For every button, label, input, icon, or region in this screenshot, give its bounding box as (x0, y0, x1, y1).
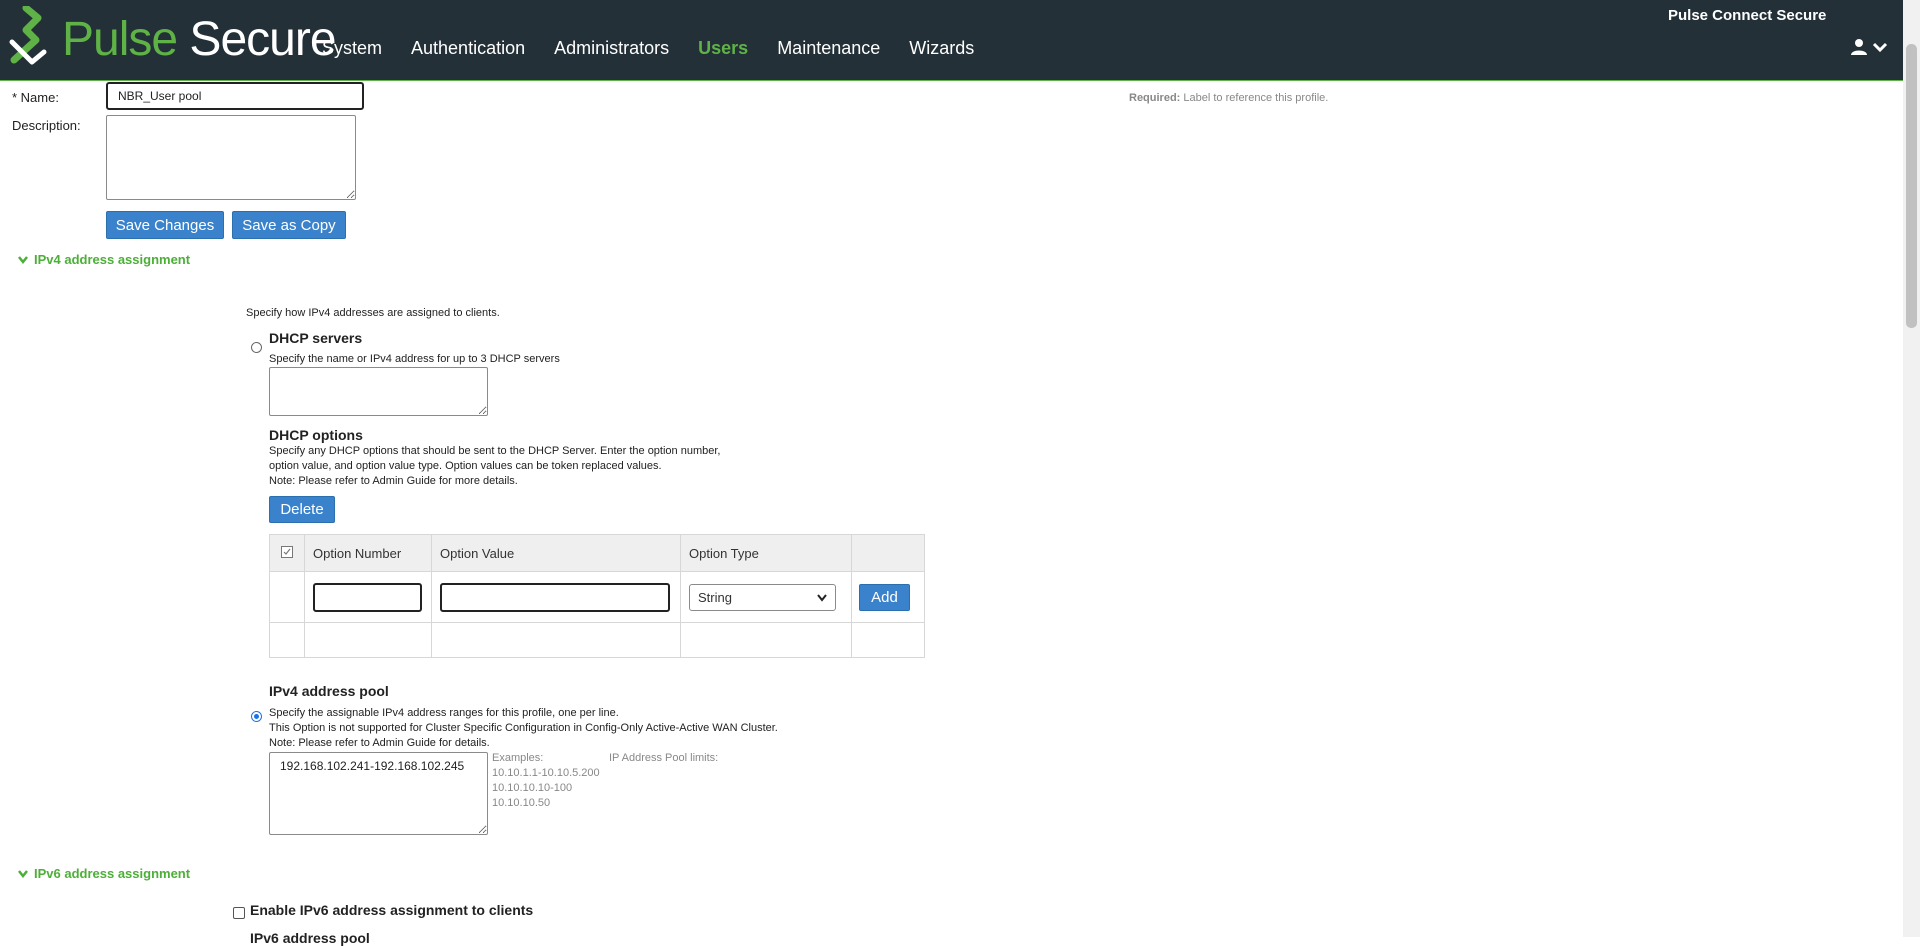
brand-part2: Secure (189, 13, 336, 66)
option-value-input[interactable] (440, 582, 670, 612)
chevron-down-icon (817, 593, 827, 602)
ipv4-section-title: IPv4 address assignment (34, 252, 191, 267)
column-header-actions (851, 534, 925, 572)
dhcp-options-title: DHCP options (269, 427, 363, 443)
ipv6-section-toggle[interactable]: IPv6 address assignment (18, 866, 190, 881)
ipv4-pool-textarea[interactable]: 192.168.102.241-192.168.102.245 (269, 752, 488, 835)
table-row: String Add (269, 571, 925, 623)
table-cell (269, 571, 305, 623)
scrollbar-thumb[interactable] (1906, 44, 1917, 328)
page-scrollbar[interactable] (1903, 0, 1920, 937)
brand-part1: Pulse (62, 13, 178, 66)
ipv4-pool-title: IPv4 address pool (269, 683, 389, 699)
example-item: 10.10.10.10-100 (492, 782, 573, 794)
ipv4-pool-note: Note: Please refer to Admin Guide for de… (269, 737, 490, 749)
ipv4-intro: Specify how IPv4 addresses are assigned … (246, 307, 500, 319)
table-cell: String (680, 571, 852, 623)
dhcp-options-table: Option Number Option Value Option Type S… (269, 534, 925, 658)
enable-ipv6-label: Enable IPv6 address assignment to client… (250, 902, 534, 918)
pool-limits-label: IP Address Pool limits: (609, 752, 719, 764)
main-nav: System Authentication Administrators Use… (322, 38, 1003, 59)
dhcp-options-desc-1: Specify any DHCP options that should be … (269, 445, 721, 457)
pool-examples: Examples: 10.10.1.1-10.10.5.200 10.10.10… (492, 751, 600, 811)
ipv6-section-title: IPv6 address assignment (34, 866, 191, 881)
delete-button[interactable]: Delete (269, 496, 335, 523)
name-hint: Required: Label to reference this profil… (1129, 92, 1328, 104)
option-number-input[interactable] (313, 582, 422, 612)
user-icon (1851, 39, 1867, 55)
top-navigation-bar: Pulse Secure System Authentication Admin… (0, 0, 1920, 81)
save-changes-button[interactable]: Save Changes (106, 211, 224, 239)
table-cell: Add (851, 571, 925, 623)
select-all-header (269, 534, 305, 572)
name-hint-text: Label to reference this profile. (1183, 92, 1329, 104)
dhcp-servers-title: DHCP servers (269, 330, 363, 346)
table-cell (680, 622, 852, 658)
dhcp-servers-desc: Specify the name or IPv4 address for up … (269, 353, 560, 365)
save-as-copy-button[interactable]: Save as Copy (232, 211, 346, 239)
nav-maintenance[interactable]: Maintenance (777, 38, 880, 59)
description-label: Description: (12, 118, 81, 133)
pulse-secure-logo-icon (9, 6, 47, 65)
column-header-option-type: Option Type (680, 534, 852, 572)
description-textarea[interactable] (106, 115, 356, 200)
user-menu[interactable] (1850, 38, 1892, 58)
chevron-down-icon (18, 869, 28, 878)
product-name: Pulse Connect Secure (1668, 7, 1827, 24)
table-cell (304, 622, 432, 658)
chevron-down-icon (1872, 42, 1888, 53)
dhcp-options-desc-2: option value, and option value type. Opt… (269, 460, 662, 472)
nav-authentication[interactable]: Authentication (411, 38, 525, 59)
table-cell (304, 571, 432, 623)
table-cell (431, 571, 681, 623)
table-cell (851, 622, 925, 658)
brand-name: Pulse Secure (62, 10, 337, 70)
ipv4-pool-desc-2: This Option is not supported for Cluster… (269, 722, 778, 734)
enable-ipv6-checkbox[interactable] (233, 907, 245, 919)
ipv4-section-toggle[interactable]: IPv4 address assignment (18, 252, 190, 267)
table-header-row: Option Number Option Value Option Type (269, 534, 925, 572)
ipv4-pool-radio[interactable] (251, 711, 262, 722)
dhcp-servers-radio[interactable] (251, 342, 262, 353)
option-type-selected: String (698, 589, 732, 605)
column-header-option-number: Option Number (304, 534, 432, 572)
example-item: 10.10.1.1-10.10.5.200 (492, 767, 600, 779)
nav-users[interactable]: Users (698, 38, 748, 59)
nav-system[interactable]: System (322, 38, 382, 59)
nav-wizards[interactable]: Wizards (909, 38, 974, 59)
nav-administrators[interactable]: Administrators (554, 38, 669, 59)
ipv4-pool-desc-1: Specify the assignable IPv4 address rang… (269, 707, 619, 719)
select-all-checkbox-icon[interactable] (281, 545, 293, 558)
option-type-select[interactable]: String (689, 583, 836, 611)
add-option-button[interactable]: Add (859, 583, 910, 611)
dhcp-options-note: Note: Please refer to Admin Guide for mo… (269, 475, 518, 487)
column-header-option-value: Option Value (431, 534, 681, 572)
chevron-down-icon (18, 255, 28, 264)
example-item: 10.10.10.50 (492, 797, 551, 809)
name-hint-required: Required: (1129, 92, 1181, 104)
ipv6-pool-title: IPv6 address pool (250, 930, 370, 946)
table-cell (431, 622, 681, 658)
name-label: * Name: (12, 90, 59, 105)
table-cell (269, 622, 305, 658)
name-input[interactable] (106, 82, 364, 110)
table-row (269, 622, 925, 658)
dhcp-servers-textarea[interactable] (269, 367, 488, 416)
examples-label: Examples: (492, 752, 544, 764)
